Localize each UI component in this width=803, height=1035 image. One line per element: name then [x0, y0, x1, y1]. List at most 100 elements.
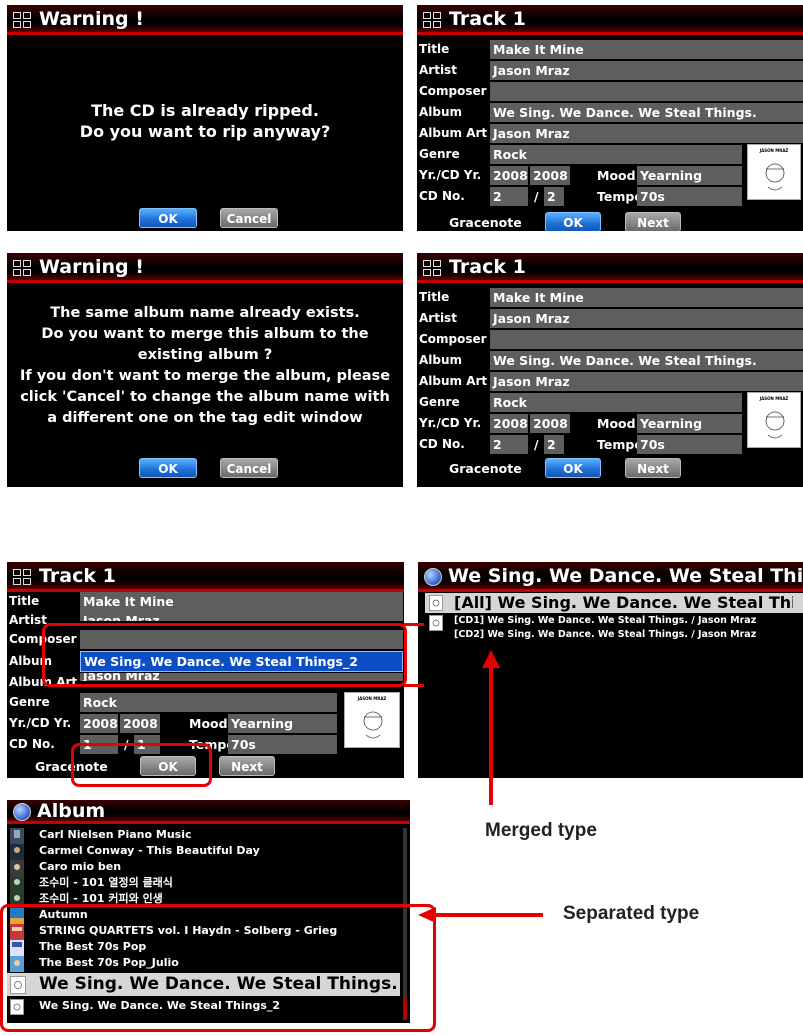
dialog-title-bar: Warning ! [7, 5, 403, 35]
portrait-sketch-icon [765, 163, 785, 191]
cancel-button[interactable]: Cancel [220, 458, 278, 478]
warning-line: Do you want to merge this album to the [41, 326, 369, 342]
artist-field[interactable]: Jason Mraz [80, 611, 403, 621]
up-arrow-icon [482, 650, 500, 805]
list-item[interactable]: 조수미 - 101 열정의 클래식 [39, 875, 400, 891]
portrait-sketch-icon [363, 711, 383, 739]
cd-year-field[interactable]: 2008 [120, 714, 160, 733]
next-button[interactable]: Next [625, 212, 681, 231]
artist-field[interactable]: Jason Mraz [490, 61, 803, 80]
genre-field[interactable]: Rock [490, 393, 742, 412]
tempo-field[interactable]: 70s [637, 435, 742, 454]
ok-button[interactable]: OK [545, 458, 601, 478]
album-art-field[interactable]: Jason Mraz [490, 124, 803, 143]
label-year: Yr./CD Yr. [419, 168, 482, 182]
year-field[interactable]: 2008 [490, 414, 528, 433]
list-item[interactable]: Carl Nielsen Piano Music [39, 827, 400, 843]
tempo-field[interactable]: 70s [228, 735, 337, 754]
warning-line: If you don't want to merge the album, pl… [19, 368, 391, 384]
title-field[interactable]: Make It Mine [490, 40, 803, 59]
album-thumb-icon [429, 615, 443, 631]
dialog-title: Warning ! [39, 256, 144, 278]
label-cd-no: CD No. [419, 189, 465, 203]
composer-field[interactable] [490, 330, 803, 349]
ok-button[interactable]: OK [139, 458, 197, 478]
gracenote-label: Gracenote [449, 215, 522, 230]
album-art-caption: JASON MRAZ [759, 396, 789, 401]
album-field[interactable]: We Sing. We Dance. We Steal Things. [490, 103, 803, 122]
cd-number-field[interactable]: 2 [490, 187, 528, 206]
album-thumb-icon [10, 828, 24, 844]
label-cd-no: CD No. [419, 437, 465, 451]
label-artist: Artist [9, 613, 47, 627]
cd-year-field[interactable]: 2008 [530, 414, 570, 433]
list-item-all[interactable]: [All] We Sing. We Dance. We Steal Things… [454, 593, 793, 613]
year-field[interactable]: 2008 [80, 714, 118, 733]
portrait-sketch-icon [765, 411, 785, 439]
artist-field[interactable]: Jason Mraz [490, 309, 803, 328]
editor-title-bar: Track 1 [417, 253, 803, 283]
list-item-cd1[interactable]: [CD1] We Sing. We Dance. We Steal Things… [454, 614, 793, 628]
title-field[interactable]: Make It Mine [80, 592, 403, 611]
cancel-button[interactable]: Cancel [220, 208, 278, 228]
label-mood: Mood [597, 168, 636, 183]
composer-field[interactable] [490, 82, 803, 101]
label-artist: Artist [419, 311, 457, 325]
label-composer: Composer [419, 332, 487, 346]
cd-separator: / [534, 437, 539, 452]
editor-title: Track 1 [449, 8, 526, 30]
label-genre: Genre [419, 395, 460, 409]
editor-title-bar: Track 1 [417, 5, 803, 35]
mood-field[interactable]: Yearning [228, 714, 337, 733]
label-artist: Artist [419, 63, 457, 77]
genre-field[interactable]: Rock [80, 693, 337, 712]
menu-grid-icon [13, 260, 31, 276]
label-year: Yr./CD Yr. [9, 716, 72, 730]
album-art-thumbnail: JASON MRAZ [344, 692, 400, 748]
album-art-thumbnail: JASON MRAZ [747, 392, 801, 448]
dialog-title: Warning ! [39, 8, 144, 30]
ok-button[interactable]: OK [139, 208, 197, 228]
album-field[interactable]: We Sing. We Dance. We Steal Things. [490, 351, 803, 370]
next-button[interactable]: Next [219, 756, 275, 776]
label-title: Title [9, 594, 40, 608]
label-mood: Mood [597, 416, 636, 431]
list-item-cd2[interactable]: [CD2] We Sing. We Dance. We Steal Things… [454, 628, 793, 642]
album-thumb-icon [429, 595, 443, 611]
warning-line: The CD is already ripped. [91, 101, 319, 120]
warning-dialog-rip: Warning ! The CD is already ripped. Do y… [7, 5, 403, 231]
label-album: Album [419, 353, 463, 367]
panel-title: Album [37, 800, 106, 822]
ok-button[interactable]: OK [545, 212, 601, 231]
cd-total-field[interactable]: 2 [544, 435, 564, 454]
list-item[interactable]: Caro mio ben [39, 859, 400, 875]
panel-title-bar: We Sing. We Dance. We Steal Things. [418, 562, 803, 592]
menu-grid-icon [423, 12, 441, 28]
cd-number-field[interactable]: 2 [490, 435, 528, 454]
globe-icon [13, 803, 31, 821]
label-title: Title [419, 42, 450, 56]
editor-title: Track 1 [39, 565, 116, 587]
merged-album-panel: We Sing. We Dance. We Steal Things. [All… [418, 562, 803, 778]
label-genre: Genre [419, 147, 460, 161]
title-field[interactable]: Make It Mine [490, 288, 803, 307]
mood-field[interactable]: Yearning [637, 414, 742, 433]
panel-title: We Sing. We Dance. We Steal Things. [448, 565, 803, 587]
globe-icon [424, 568, 442, 586]
tempo-field[interactable]: 70s [637, 187, 742, 206]
album-art-field[interactable]: Jason Mraz [490, 372, 803, 391]
caption-separated-type: Separated type [563, 903, 700, 924]
menu-grid-icon [13, 12, 31, 28]
mood-field[interactable]: Yearning [637, 166, 742, 185]
dialog-title-bar: Warning ! [7, 253, 403, 283]
connector-line [404, 684, 424, 687]
next-button[interactable]: Next [625, 458, 681, 478]
warning-line: click 'Cancel' to change the album name … [20, 389, 390, 405]
cd-year-field[interactable]: 2008 [530, 166, 570, 185]
label-album-art: Album Art [419, 374, 488, 388]
cd-total-field[interactable]: 2 [544, 187, 564, 206]
year-field[interactable]: 2008 [490, 166, 528, 185]
genre-field[interactable]: Rock [490, 145, 742, 164]
list-item[interactable]: Carmel Conway - This Beautiful Day [39, 843, 400, 859]
warning-line: Do you want to rip anyway? [79, 122, 331, 141]
